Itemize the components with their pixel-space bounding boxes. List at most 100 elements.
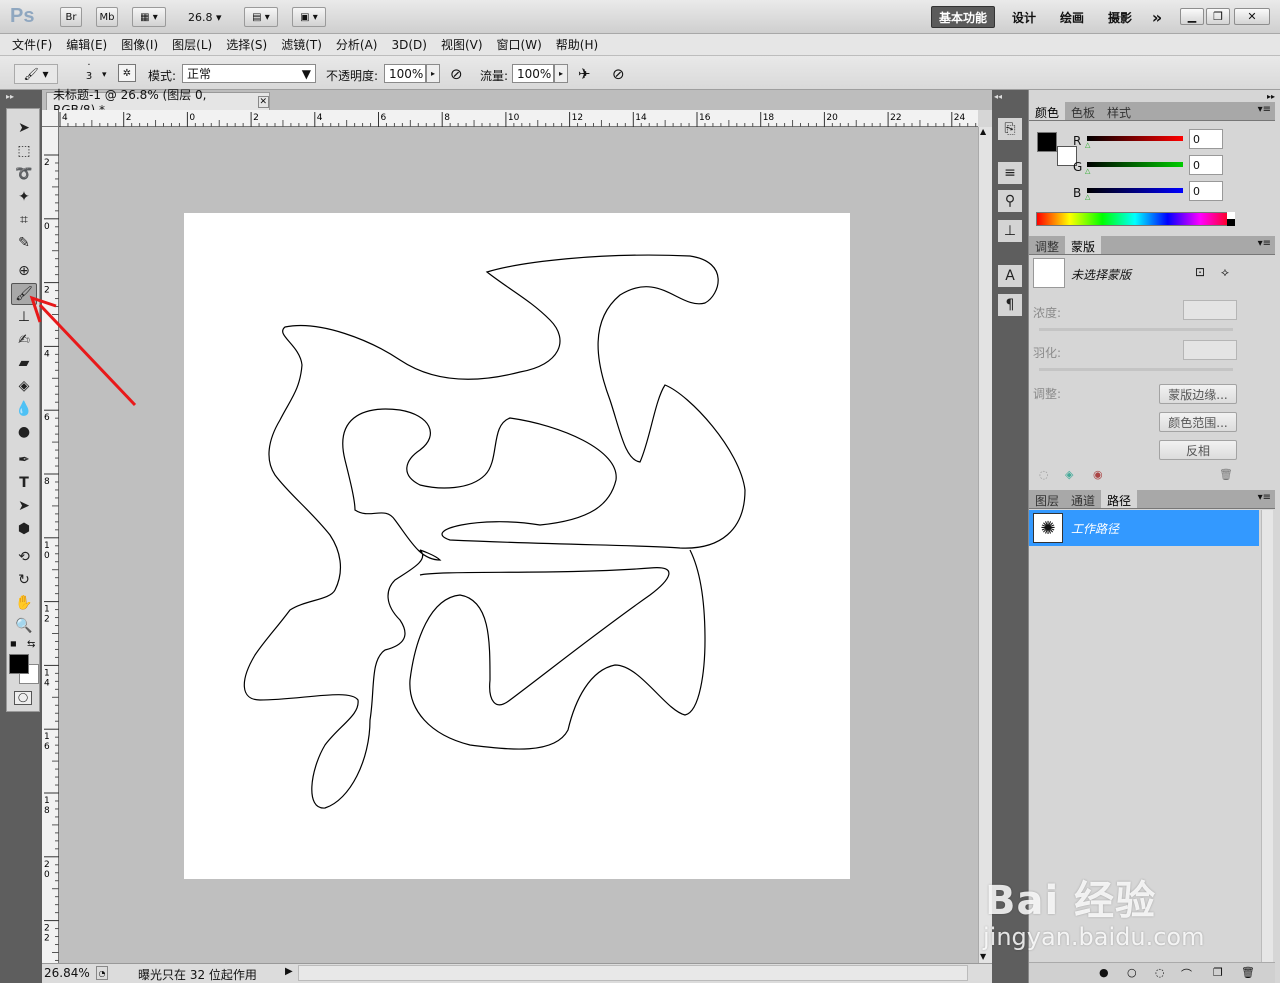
new-path-icon[interactable]: ❐ [1213,966,1223,979]
zoom-select[interactable]: 26.8 ▾ [188,11,222,24]
workspace-photography[interactable]: 摄影 [1104,6,1136,28]
tab-adjustments[interactable]: 调整 [1029,236,1065,254]
move-tool-icon[interactable]: ➤ [11,117,37,139]
character-panel-icon[interactable]: A [998,265,1022,287]
brush-presets-icon[interactable]: ≡ [998,162,1022,184]
vector-mask-icon[interactable]: ⟡ [1221,265,1229,280]
quick-mask-icon[interactable]: ◯ [14,691,32,705]
menu-layer[interactable]: 图层(L) [172,36,212,53]
tab-swatches[interactable]: 色板 [1065,102,1101,120]
paint-bucket-tool-icon[interactable]: ◈ [11,375,37,397]
selection-to-path-icon[interactable]: ⌒ [1181,966,1192,982]
scroll-up-icon[interactable]: ▲ [980,127,986,136]
tab-channels[interactable]: 通道 [1065,490,1101,508]
menu-select[interactable]: 选择(S) [226,36,267,53]
clone-source-icon[interactable]: ⊥ [998,220,1022,242]
flow-slider-button[interactable]: ▸ [554,64,568,83]
r-value-input[interactable]: 0 [1189,129,1223,149]
pixel-mask-icon[interactable]: ⊡ [1195,265,1205,279]
status-zoom[interactable]: 26.84% [44,966,90,980]
blur-tool-icon[interactable]: 💧 [11,398,37,420]
tablet-size-icon[interactable]: ⊘ [612,65,625,83]
zoom-tool-icon[interactable]: 🔍 [11,615,37,637]
dodge-tool-icon[interactable]: ● [11,421,37,443]
bridge-button[interactable]: Br [60,7,82,27]
color-range-button[interactable]: 颜色范围... [1159,412,1237,432]
menu-file[interactable]: 文件(F) [12,36,52,53]
crop-tool-icon[interactable]: ⌗ [11,209,37,231]
color-foreground-swatch[interactable] [1037,132,1057,152]
menu-3d[interactable]: 3D(D) [391,38,426,52]
collapse-dock-icon[interactable]: ◂◂ [994,92,1002,101]
menu-help[interactable]: 帮助(H) [556,36,598,53]
stroke-path-icon[interactable]: ○ [1127,966,1137,979]
status-menu-arrow-icon[interactable]: ▶ [285,966,293,977]
density-input[interactable] [1183,300,1237,320]
opacity-slider-button[interactable]: ▸ [426,64,440,83]
tab-styles[interactable]: 样式 [1101,102,1137,120]
flow-input[interactable]: 100% [512,64,554,83]
close-icon[interactable]: ✕ [1234,8,1270,25]
3d-rotate-tool-icon[interactable]: ⟲ [11,546,37,568]
black-white-swatch[interactable] [1227,212,1235,226]
tab-paths[interactable]: 路径 [1101,490,1138,508]
tool-preset-picker[interactable]: 🖌 ▾ [14,64,58,84]
panel-menu-icon[interactable]: ▾≡ [1254,102,1275,120]
invert-button[interactable]: 反相 [1159,440,1237,460]
layers-panel-menu-icon[interactable]: ▾≡ [1254,490,1275,508]
feather-slider[interactable] [1039,368,1233,371]
mini-bridge-button[interactable]: Mb [96,7,118,27]
tablet-opacity-icon[interactable]: ⊘ [450,65,463,83]
disable-mask-icon[interactable]: ◉ [1093,468,1103,481]
menu-image[interactable]: 图像(I) [121,36,158,53]
delete-mask-icon[interactable]: 🗑 [1219,468,1233,481]
swap-colors-icon[interactable]: ⇆ [27,639,35,650]
spot-healing-tool-icon[interactable]: ⊕ [11,260,37,282]
density-slider[interactable] [1039,328,1233,331]
apply-mask-icon[interactable]: ◈ [1065,468,1073,481]
path-selection-tool-icon[interactable]: ➤ [11,495,37,517]
restore-icon[interactable]: ❐ [1206,8,1230,25]
document-canvas[interactable] [184,213,850,879]
menu-window[interactable]: 窗口(W) [497,36,542,53]
mask-edge-button[interactable]: 蒙版边缘... [1159,384,1237,404]
g-slider[interactable] [1087,162,1183,167]
brush-tool-icon[interactable]: 🖌 [11,283,37,305]
more-workspaces-icon[interactable]: » [1146,6,1168,28]
airbrush-icon[interactable]: ✈ [578,65,591,83]
eyedropper-tool-icon[interactable]: ✎ [11,232,37,254]
collapse-tools-icon[interactable]: ▸▸ [6,92,14,101]
brush-picker-chevron-icon[interactable]: ▾ [102,70,107,80]
paragraph-panel-icon[interactable]: ¶ [998,294,1022,316]
menu-analysis[interactable]: 分析(A) [336,36,378,53]
hand-tool-icon[interactable]: ✋ [11,592,37,614]
tab-color[interactable]: 颜色 [1029,102,1066,120]
paths-scrollbar[interactable] [1261,510,1273,965]
fill-path-icon[interactable]: ● [1099,966,1109,979]
ruler-origin[interactable] [42,110,59,127]
tab-masks[interactable]: 蒙版 [1065,236,1102,254]
menu-view[interactable]: 视图(V) [441,36,483,53]
clone-stamp-tool-icon[interactable]: ⊥ [11,306,37,328]
path-row-selected[interactable]: ✺ 工作路径 [1029,510,1259,546]
eraser-tool-icon[interactable]: ▰ [11,352,37,374]
workspace-painting[interactable]: 绘画 [1056,6,1088,28]
foreground-color-swatch[interactable] [9,654,29,674]
minimize-icon[interactable]: ▁ [1180,8,1204,25]
pen-tool-icon[interactable]: ✒ [11,449,37,471]
vertical-scrollbar[interactable]: ▲ ▼ [978,127,992,963]
scroll-down-icon[interactable]: ▼ [980,952,986,961]
path-to-selection-icon[interactable]: ◌ [1155,966,1165,979]
mode-select[interactable]: 正常 ▼ [182,64,316,83]
color-spectrum-ramp[interactable] [1036,212,1234,226]
history-panel-icon[interactable]: ⎘ [998,118,1022,140]
delete-path-icon[interactable]: 🗑 [1241,966,1255,979]
tab-layers[interactable]: 图层 [1029,490,1065,508]
opacity-input[interactable]: 100% [384,64,426,83]
document-tab[interactable]: 未标题-1 @ 26.8% (图层 0, RGB/8) * ✕ [46,88,270,117]
quick-selection-tool-icon[interactable]: ✦ [11,186,37,208]
default-colors-icon[interactable]: ◼ [10,639,17,648]
brush-panel-icon[interactable]: ⚲ [998,190,1022,212]
load-selection-icon[interactable]: ◌ [1039,468,1049,481]
history-brush-tool-icon[interactable]: ✍ [11,329,37,351]
